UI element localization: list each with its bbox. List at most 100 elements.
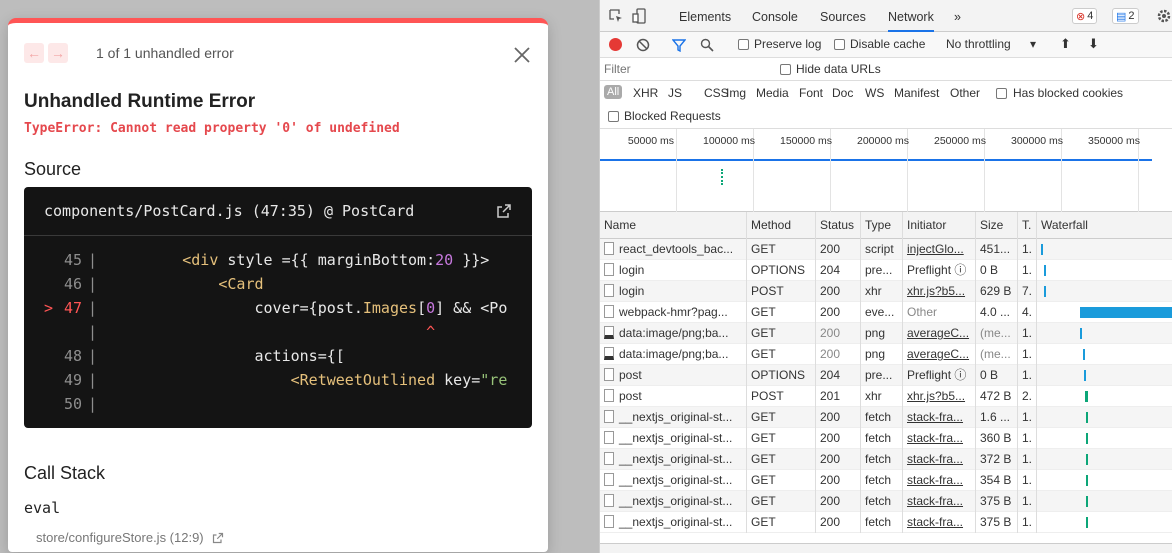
- gutter-divider: |: [88, 371, 98, 389]
- cell-type: pre...: [861, 260, 903, 281]
- line-number: 48 |: [44, 344, 104, 368]
- tab-console[interactable]: Console: [752, 10, 798, 24]
- gutter-divider: |: [88, 347, 98, 365]
- type-filter-xhr[interactable]: XHR: [633, 86, 658, 100]
- request-row[interactable]: post OPTIONS 204 pre... Preflight ⓘ 0 B 1.: [600, 365, 1172, 386]
- request-row[interactable]: data:image/png;ba... GET 200 png averageC...…: [600, 344, 1172, 365]
- disable-cache-checkbox[interactable]: [834, 39, 845, 50]
- column-header-type[interactable]: Type: [861, 212, 903, 239]
- cell-initiator[interactable]: xhr.js?b5...: [903, 281, 976, 302]
- cell-type-text: png: [865, 326, 886, 340]
- prev-error-button[interactable]: ←: [24, 43, 44, 63]
- filter-input[interactable]: [604, 61, 764, 77]
- cell-initiator[interactable]: injectGlo...: [903, 239, 976, 260]
- cell-initiator[interactable]: stack-fra...: [903, 491, 976, 512]
- cell-initiator[interactable]: stack-fra...: [903, 449, 976, 470]
- messages-badge[interactable]: ▤ 2: [1112, 8, 1139, 24]
- request-row[interactable]: login OPTIONS 204 pre... Preflight ⓘ 0 B 1.: [600, 260, 1172, 281]
- code-text: actions={[: [110, 344, 344, 368]
- network-overview-timeline[interactable]: 50000 ms 100000 ms 150000 ms 200000 ms 25000…: [600, 129, 1172, 212]
- filter-icon[interactable]: [672, 38, 686, 52]
- timeline-tick-label: 400: [1165, 135, 1172, 147]
- cell-time-text: 7.: [1022, 284, 1033, 298]
- cell-waterfall: [1037, 323, 1172, 344]
- type-filter-ws[interactable]: WS: [865, 86, 884, 100]
- request-row[interactable]: react_devtools_bac... GET 200 script injectG…: [600, 239, 1172, 260]
- type-filter-row: All Has blocked cookies XHR JS CSS Img Media…: [600, 81, 1172, 105]
- blocked-requests-checkbox[interactable]: [608, 111, 619, 122]
- cell-time-text: 1.: [1022, 326, 1033, 340]
- tab-network[interactable]: Network: [888, 10, 934, 32]
- open-in-editor-icon[interactable]: [496, 203, 512, 219]
- type-filter-img[interactable]: Img: [726, 86, 746, 100]
- request-row[interactable]: login POST 200 xhr xhr.js?b5... 629 B 7.: [600, 281, 1172, 302]
- preserve-log-checkbox[interactable]: [738, 39, 749, 50]
- type-filter-font[interactable]: Font: [799, 86, 823, 100]
- request-row[interactable]: data:image/png;ba... GET 200 png averageC...…: [600, 323, 1172, 344]
- request-row[interactable]: __nextjs_original-st... GET 200 fetch stack-…: [600, 428, 1172, 449]
- more-tabs-button[interactable]: »: [954, 10, 961, 24]
- request-row[interactable]: __nextjs_original-st... GET 200 fetch stack-…: [600, 491, 1172, 512]
- export-har-icon[interactable]: ⬇: [1088, 36, 1099, 52]
- open-in-editor-icon[interactable]: [212, 532, 224, 544]
- cell-size-text: 0 B: [980, 368, 999, 382]
- request-row[interactable]: __nextjs_original-st... GET 200 fetch stack-…: [600, 407, 1172, 428]
- import-har-icon[interactable]: ⬆: [1060, 36, 1071, 52]
- code-line: 48 | actions={[: [24, 344, 532, 368]
- inspect-element-icon[interactable]: [608, 8, 624, 24]
- cell-type: fetch: [861, 512, 903, 533]
- cell-initiator[interactable]: stack-fra...: [903, 407, 976, 428]
- line-number-value: 50: [64, 395, 83, 413]
- cell-initiator[interactable]: averageC...: [903, 344, 976, 365]
- type-filter-css[interactable]: CSS: [704, 86, 729, 100]
- clear-icon[interactable]: [636, 38, 650, 52]
- has-blocked-cookies-checkbox[interactable]: [996, 88, 1007, 99]
- cell-initiator[interactable]: stack-fra...: [903, 470, 976, 491]
- tab-elements[interactable]: Elements: [679, 10, 731, 24]
- hide-data-urls-checkbox[interactable]: [780, 64, 791, 75]
- type-filter-doc[interactable]: Doc: [832, 86, 853, 100]
- throttling-select[interactable]: No throttling: [946, 37, 1011, 51]
- cell-name-text: __nextjs_original-st...: [619, 431, 733, 445]
- close-icon[interactable]: [512, 45, 532, 65]
- type-filter-media[interactable]: Media: [756, 86, 789, 100]
- cell-status-text: 200: [820, 326, 841, 340]
- errors-badge[interactable]: ⊗ 4: [1072, 8, 1098, 24]
- type-filter-other[interactable]: Other: [950, 86, 980, 100]
- column-header-status[interactable]: Status: [816, 212, 861, 239]
- cell-initiator[interactable]: averageC...: [903, 323, 976, 344]
- column-header-waterfall[interactable]: Waterfall: [1037, 212, 1172, 239]
- column-header-size[interactable]: Size: [976, 212, 1018, 239]
- search-icon[interactable]: [700, 38, 714, 52]
- cell-initiator-text: injectGlo...: [907, 242, 964, 256]
- settings-gear-icon[interactable]: [1156, 8, 1172, 24]
- next-error-button[interactable]: →: [48, 43, 68, 63]
- code-token: ] && <Po: [435, 299, 508, 317]
- file-location-link[interactable]: components/PostCard.js (47:35) @ PostCar…: [44, 202, 414, 220]
- request-row[interactable]: __nextjs_original-st... GET 200 fetch stack-…: [600, 512, 1172, 533]
- column-header-initiator[interactable]: Initiator: [903, 212, 976, 239]
- cell-initiator[interactable]: stack-fra...: [903, 512, 976, 533]
- chevron-down-icon[interactable]: ▾: [1030, 37, 1036, 51]
- device-toolbar-icon[interactable]: [632, 8, 648, 24]
- type-filter-js[interactable]: JS: [668, 86, 682, 100]
- request-row[interactable]: webpack-hmr?pag... GET 200 eve... Other 4.0 .…: [600, 302, 1172, 323]
- request-row[interactable]: __nextjs_original-st... GET 200 fetch stack-…: [600, 470, 1172, 491]
- type-filter-all[interactable]: All: [604, 85, 623, 99]
- column-header-t[interactable]: T.: [1018, 212, 1037, 239]
- document-file-icon: [604, 494, 614, 507]
- tab-sources[interactable]: Sources: [820, 10, 866, 24]
- type-filter-manifest[interactable]: Manifest: [894, 86, 939, 100]
- column-header-name[interactable]: Name: [600, 212, 747, 239]
- request-row[interactable]: post POST 201 xhr xhr.js?b5... 472 B 2.: [600, 386, 1172, 407]
- cell-initiator[interactable]: stack-fra...: [903, 428, 976, 449]
- cell-time: 4.: [1018, 302, 1037, 323]
- column-header-method[interactable]: Method: [747, 212, 816, 239]
- devtools-panel: Elements Console Sources Network » ⊗ 4 ▤…: [599, 0, 1172, 553]
- cell-initiator[interactable]: xhr.js?b5...: [903, 386, 976, 407]
- record-icon[interactable]: [609, 38, 622, 51]
- stack-frame-file[interactable]: store/configureStore.js (12:9): [36, 530, 224, 545]
- cell-method-text: GET: [751, 473, 776, 487]
- error-overlay-dialog: ← → 1 of 1 unhandled error Unhandled Run…: [8, 18, 548, 552]
- request-row[interactable]: __nextjs_original-st... GET 200 fetch stack-…: [600, 449, 1172, 470]
